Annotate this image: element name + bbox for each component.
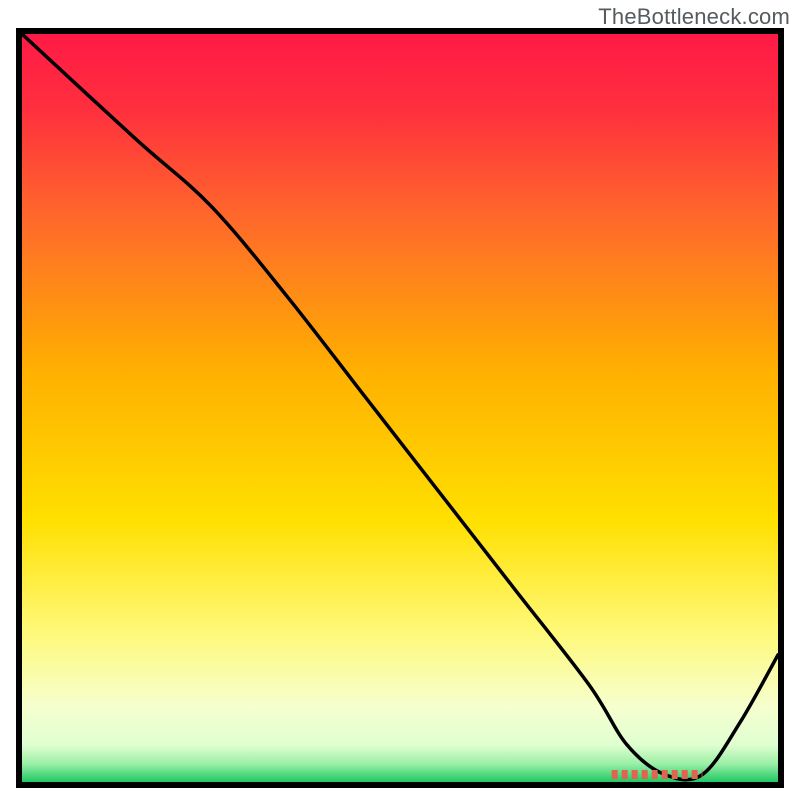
plot-area bbox=[16, 28, 784, 788]
chart-container: TheBottleneck.com bbox=[0, 0, 800, 800]
watermark-text: TheBottleneck.com bbox=[598, 4, 790, 30]
gradient-background bbox=[22, 34, 778, 782]
chart-svg bbox=[16, 28, 784, 788]
